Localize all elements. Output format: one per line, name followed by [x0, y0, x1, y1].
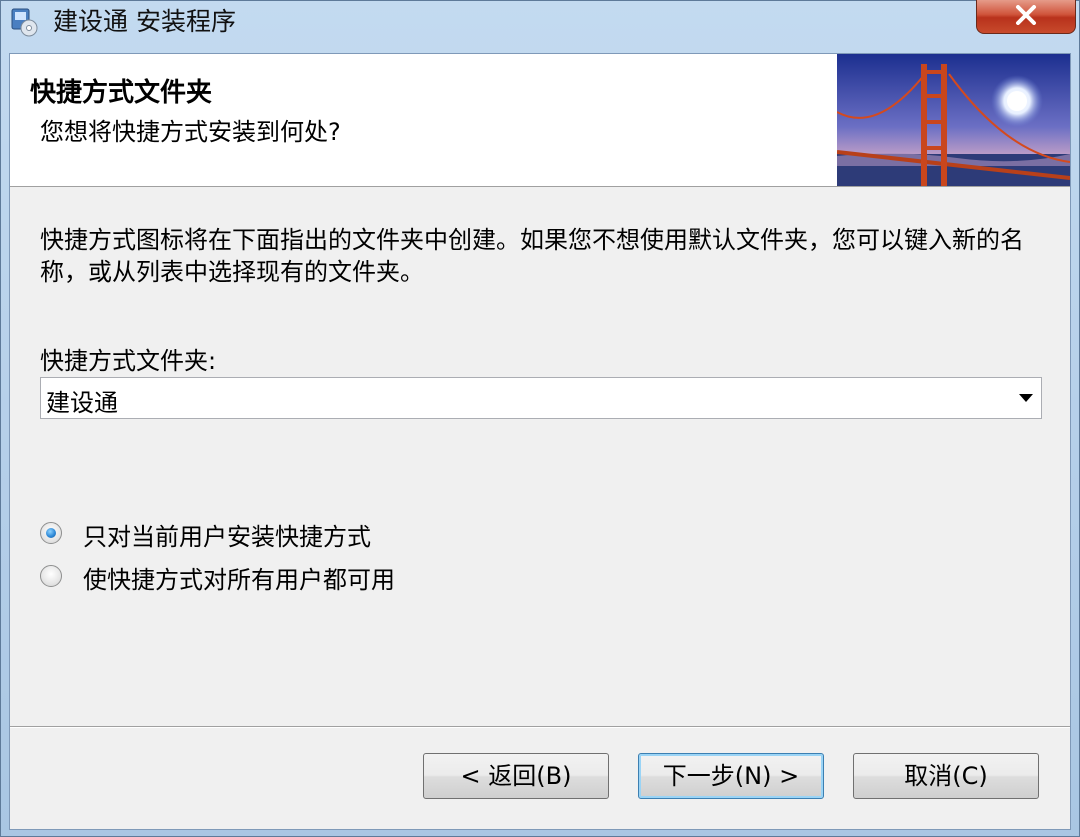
shortcut-folder-value: 建设通 — [46, 389, 118, 417]
page-title: 快捷方式文件夹 — [30, 78, 213, 108]
window-title: 建设通 安装程序 — [53, 7, 236, 36]
page-subtitle: 您想将快捷方式安装到何处? — [40, 118, 341, 146]
title-bar[interactable]: 建设通 安装程序 — [1, 0, 1079, 45]
dialog-client-area: 快捷方式文件夹 您想将快捷方式安装到何处? 快捷方式图标将在下面指出的文件夹中创… — [9, 53, 1071, 830]
cancel-button[interactable]: 取消(C) — [853, 753, 1039, 799]
chevron-down-icon[interactable] — [1019, 394, 1033, 402]
footer-divider — [10, 726, 1070, 728]
shortcut-folder-label: 快捷方式文件夹: — [40, 347, 217, 375]
radio-all-users-label[interactable]: 使快捷方式对所有用户都可用 — [83, 560, 395, 595]
shortcut-folder-combobox[interactable]: 建设通 — [40, 377, 1042, 419]
radio-all-users-button[interactable] — [40, 565, 62, 587]
close-button[interactable] — [976, 0, 1076, 34]
installer-window: 建设通 安装程序 快捷方式文件夹 您想将快捷方式安装到何处? 快捷方式图标将在下… — [0, 0, 1080, 837]
wizard-header: 快捷方式文件夹 您想将快捷方式安装到何处? — [10, 54, 1070, 187]
instruction-text: 快捷方式图标将在下面指出的文件夹中创建。如果您不想使用默认文件夹，您可以键入新的… — [40, 226, 1024, 286]
back-button[interactable]: < 返回(B) — [423, 753, 609, 799]
installer-cd-icon — [9, 7, 39, 37]
golden-gate-bridge-image — [837, 54, 1070, 186]
radio-current-user-button[interactable] — [40, 522, 62, 544]
next-button[interactable]: 下一步(N) > — [638, 753, 824, 799]
close-x-icon — [1016, 5, 1036, 25]
radio-current-user-label[interactable]: 只对当前用户安装快捷方式 — [83, 517, 371, 552]
